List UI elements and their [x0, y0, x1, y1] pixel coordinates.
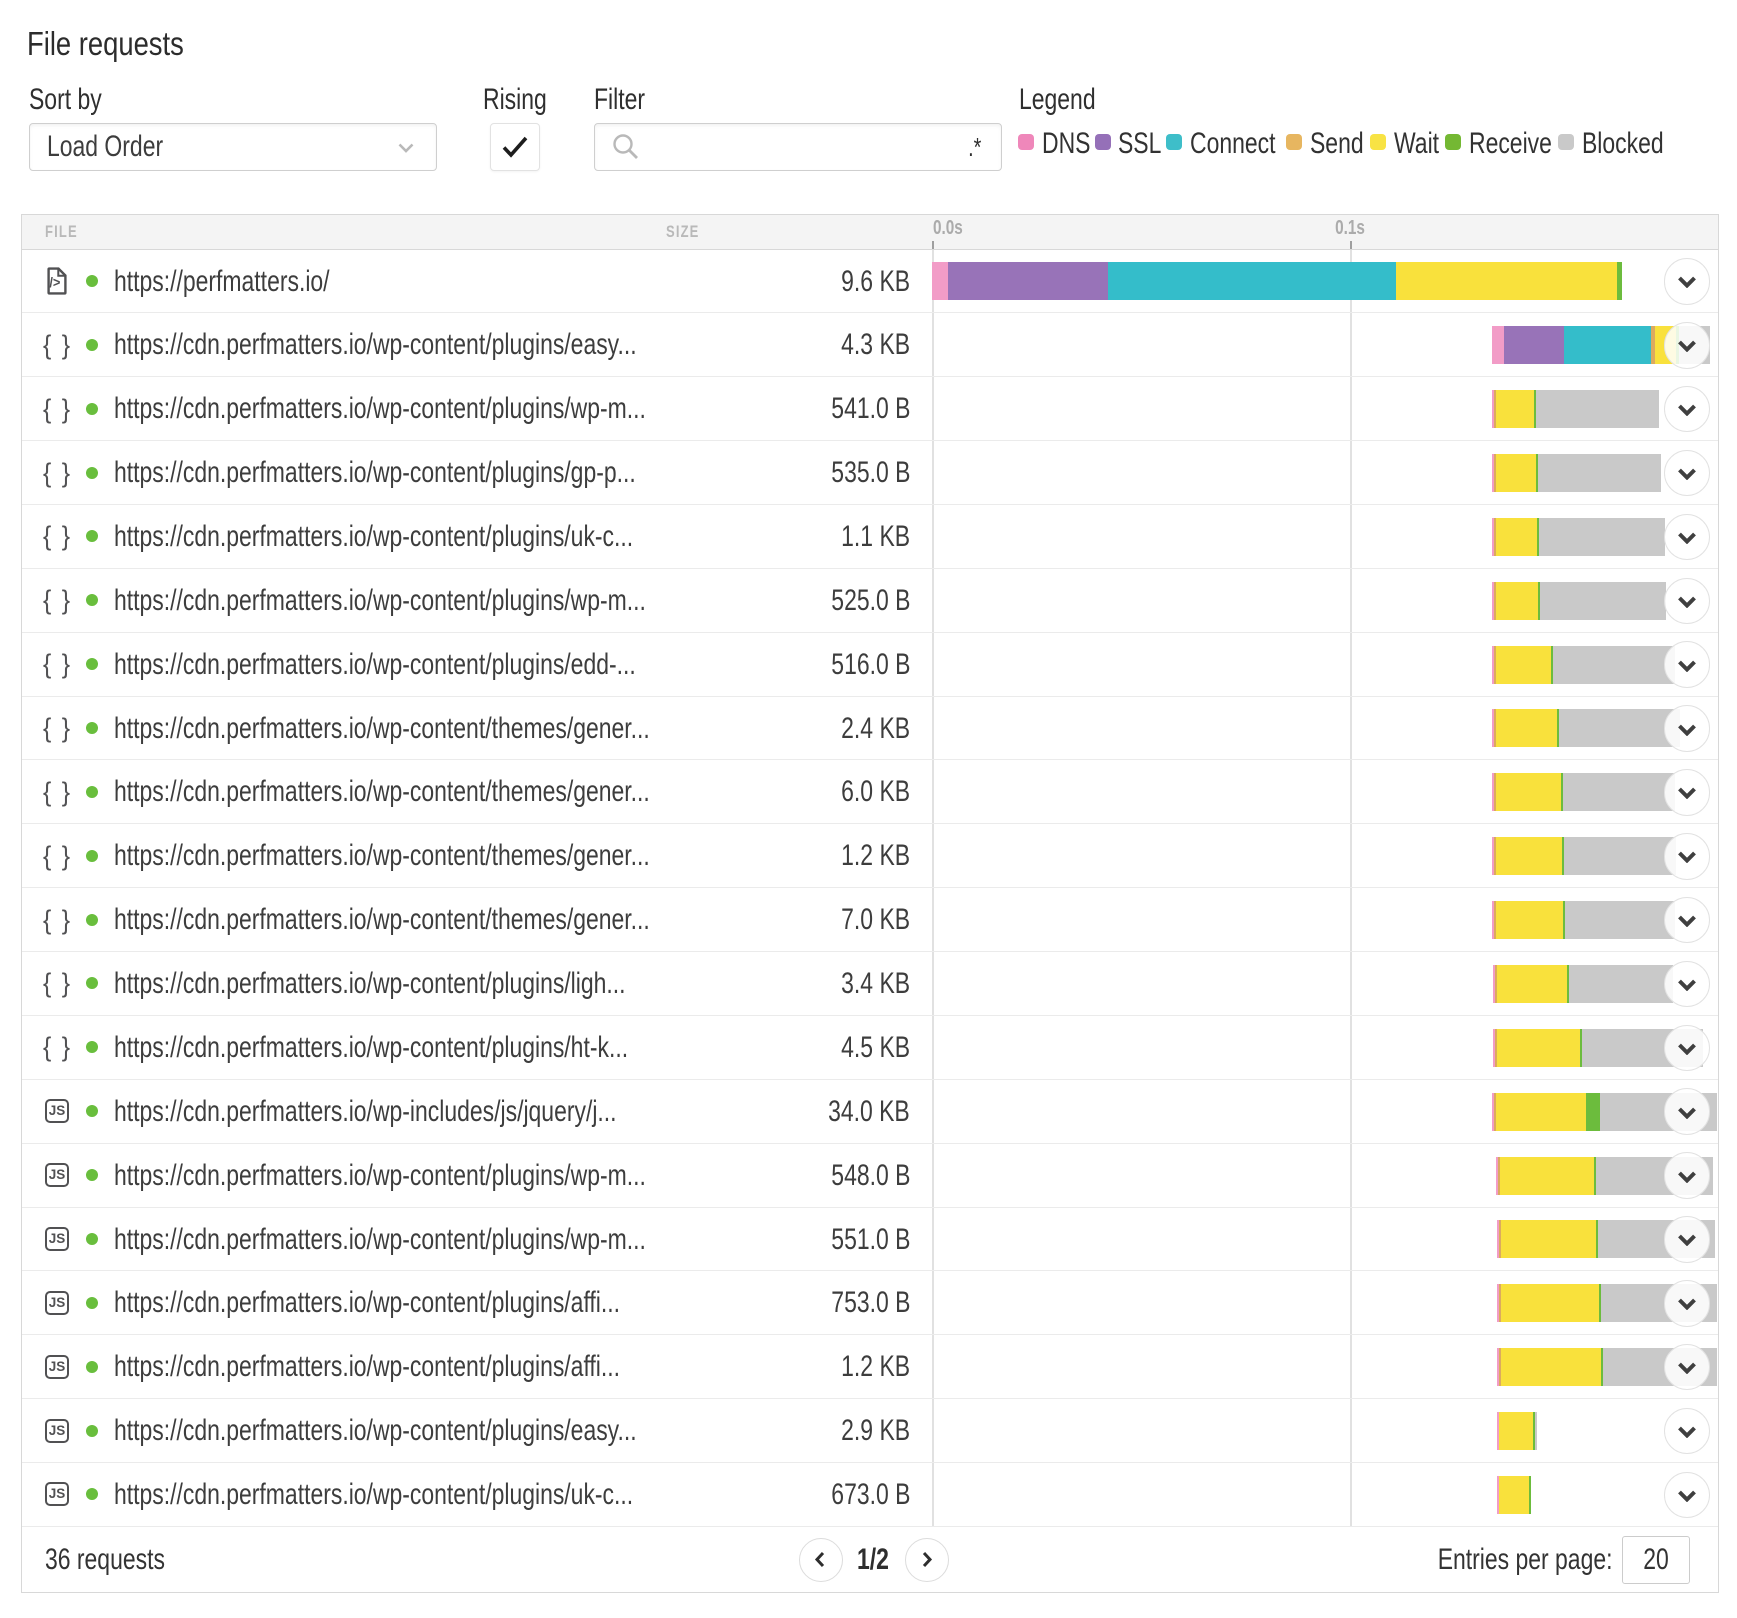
svg-text:/>: />	[49, 275, 60, 290]
